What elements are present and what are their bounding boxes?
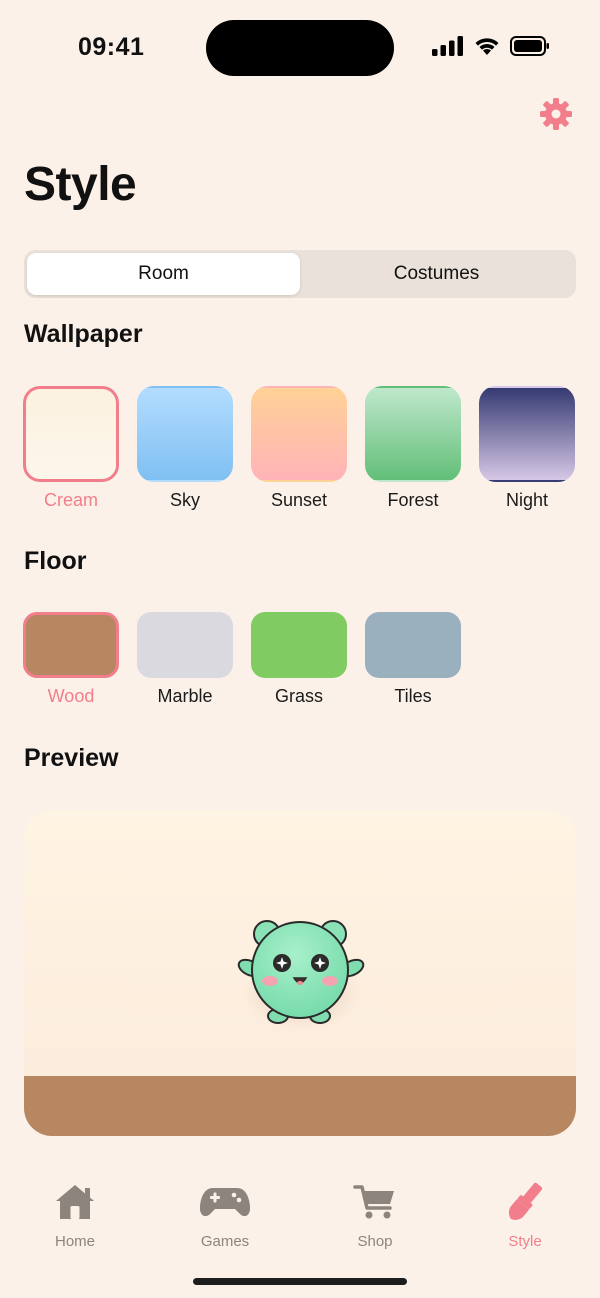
- house-icon: [53, 1182, 97, 1227]
- floor-label: Wood: [47, 686, 95, 706]
- floor-option-tiles[interactable]: Tiles: [364, 612, 462, 707]
- wallpaper-label: Cream: [43, 490, 98, 510]
- tab-games[interactable]: Games: [170, 1182, 280, 1250]
- floor-option-marble[interactable]: Marble: [136, 612, 234, 707]
- tab-label: Shop: [357, 1233, 393, 1250]
- dynamic-island: [206, 20, 394, 76]
- pet-character[interactable]: [234, 912, 370, 1032]
- battery-icon: [510, 36, 550, 56]
- wallpaper-label: Sunset: [270, 490, 328, 510]
- tab-shop[interactable]: Shop: [320, 1182, 430, 1250]
- paintbrush-icon: [503, 1182, 547, 1227]
- wallpaper-option-forest[interactable]: Forest: [364, 386, 462, 511]
- home-indicator: [193, 1278, 407, 1285]
- tab-label: Style: [508, 1233, 542, 1250]
- room-costumes-segmented-control: Room Costumes: [24, 250, 576, 298]
- wallpaper-label: Forest: [387, 490, 439, 510]
- settings-button[interactable]: [538, 96, 574, 137]
- wallpaper-label: Night: [505, 490, 549, 510]
- floor-swatch-row: Wood Marble Grass Tiles: [22, 612, 462, 707]
- floor-option-wood[interactable]: Wood: [22, 612, 120, 707]
- wallpaper-swatch: [23, 386, 119, 482]
- wallpaper-swatch-row: Cream Sky Sunset Forest Night: [22, 386, 576, 511]
- status-icons: [432, 36, 550, 56]
- room-preview: [24, 810, 576, 1136]
- floor-swatch: [23, 612, 119, 678]
- wallpaper-section-title: Wallpaper: [24, 320, 143, 348]
- floor-swatch: [137, 612, 233, 678]
- preview-floor: [24, 1076, 576, 1136]
- floor-label: Tiles: [394, 686, 432, 706]
- wallpaper-option-night[interactable]: Night: [478, 386, 576, 511]
- floor-swatch: [251, 612, 347, 678]
- preview-section-title: Preview: [24, 744, 119, 772]
- cart-icon: [353, 1182, 397, 1227]
- wallpaper-swatch: [479, 386, 575, 482]
- wallpaper-swatch: [365, 386, 461, 482]
- status-bar: 09:41: [0, 0, 600, 96]
- floor-label: Grass: [274, 686, 323, 706]
- tab-bar: Home Games Shop Style: [0, 1170, 600, 1260]
- wallpaper-option-sunset[interactable]: Sunset: [250, 386, 348, 511]
- wallpaper-swatch: [251, 386, 347, 482]
- tab-label: Home: [54, 1233, 95, 1250]
- gamepad-icon: [199, 1182, 251, 1227]
- floor-label: Marble: [157, 686, 213, 706]
- wallpaper-swatch: [137, 386, 233, 482]
- tab-label: Games: [200, 1233, 250, 1250]
- floor-swatch: [365, 612, 461, 678]
- tab-home[interactable]: Home: [20, 1182, 130, 1250]
- segment-room[interactable]: Room: [27, 253, 300, 295]
- tab-style[interactable]: Style: [470, 1182, 580, 1250]
- status-time: 09:41: [78, 33, 145, 61]
- signal-icon: [432, 36, 464, 56]
- floor-section-title: Floor: [24, 547, 87, 575]
- page-title: Style: [24, 158, 137, 211]
- wifi-icon: [474, 36, 500, 56]
- wallpaper-label: Sky: [169, 490, 200, 510]
- gear-icon: [538, 96, 574, 137]
- floor-option-grass[interactable]: Grass: [250, 612, 348, 707]
- wallpaper-option-cream[interactable]: Cream: [22, 386, 120, 511]
- wallpaper-option-sky[interactable]: Sky: [136, 386, 234, 511]
- segment-costumes[interactable]: Costumes: [300, 253, 573, 295]
